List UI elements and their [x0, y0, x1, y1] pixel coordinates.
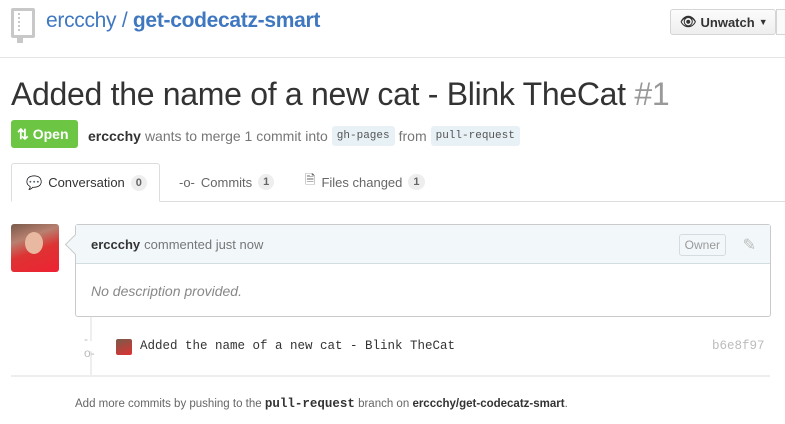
- tab-counter: 1: [408, 174, 425, 190]
- footer-period: .: [564, 398, 568, 410]
- from-text: from: [398, 128, 427, 144]
- footer-repo: erccchy/get-codecatz-smart: [412, 398, 565, 410]
- author-link[interactable]: erccchy: [88, 128, 141, 144]
- comment-author[interactable]: erccchy: [91, 237, 140, 252]
- status-badge: ⇅ Open: [11, 120, 78, 148]
- merge-text: wants to merge 1 commit into: [144, 128, 328, 144]
- status-label: Open: [32, 126, 69, 142]
- commit-message[interactable]: Added the name of a new cat - Blink TheC…: [140, 339, 455, 353]
- commit-icon: -o-: [179, 174, 195, 190]
- repo-owner-link[interactable]: erccchy: [46, 9, 117, 32]
- footer-hint: Add more commits by pushing to the pull-…: [75, 397, 568, 411]
- eye-icon: 👁: [680, 14, 697, 29]
- caret-down-icon: ▼: [758, 17, 768, 27]
- tab-conversation[interactable]: 💬 Conversation 0: [11, 163, 160, 202]
- pr-number: #1: [634, 76, 670, 112]
- owner-badge: Owner: [678, 234, 726, 256]
- tab-counter: 0: [130, 174, 147, 191]
- tab-label: Files changed: [321, 174, 403, 190]
- footer-text: branch on: [358, 398, 410, 410]
- unwatch-button[interactable]: 👁 Unwatch ▼: [670, 9, 776, 35]
- pull-request-icon: ⇅: [17, 125, 29, 142]
- commit-avatar[interactable]: [116, 339, 132, 355]
- star-button[interactable]: [776, 9, 785, 35]
- tab-label: Commits: [200, 174, 253, 190]
- tab-files-changed[interactable]: 🗎 Files changed 1: [291, 163, 439, 201]
- comment-body: No description provided.: [91, 283, 242, 299]
- repo-icon: [11, 8, 35, 43]
- comment-icon: 💬: [26, 174, 43, 190]
- comment-header: erccchy commented just now Owner ✎: [76, 225, 770, 264]
- unwatch-label: Unwatch: [700, 14, 755, 30]
- pr-meta: erccchy wants to merge 1 commit into gh-…: [88, 126, 520, 146]
- footer-text: Add more commits by pushing to the: [75, 398, 262, 410]
- pr-title-text: Added the name of a new cat - Blink TheC…: [11, 76, 626, 112]
- pr-title: Added the name of a new cat - Blink TheC…: [11, 76, 670, 113]
- pencil-icon[interactable]: ✎: [743, 235, 756, 255]
- base-branch[interactable]: gh-pages: [331, 126, 395, 146]
- footer-branch: pull-request: [264, 397, 355, 411]
- comment-box: erccchy commented just now Owner ✎ No de…: [75, 224, 771, 317]
- divider: [0, 57, 785, 58]
- file-diff-icon: 🗎: [305, 172, 316, 187]
- divider: [11, 375, 770, 377]
- comment-time: commented just now: [144, 236, 264, 252]
- tab-counter: 1: [258, 174, 275, 190]
- commit-sha[interactable]: b6e8f97: [712, 339, 765, 353]
- head-branch[interactable]: pull-request: [430, 126, 520, 146]
- breadcrumb-separator: /: [121, 9, 128, 32]
- tab-label: Conversation: [48, 175, 125, 190]
- repo-breadcrumb: erccchy / get-codecatz-smart: [46, 9, 320, 33]
- repo-name-link[interactable]: get-codecatz-smart: [133, 9, 320, 32]
- commit-node-icon: -o-: [84, 332, 98, 360]
- tab-commits[interactable]: -o- Commits 1: [165, 163, 288, 201]
- avatar[interactable]: [11, 224, 59, 272]
